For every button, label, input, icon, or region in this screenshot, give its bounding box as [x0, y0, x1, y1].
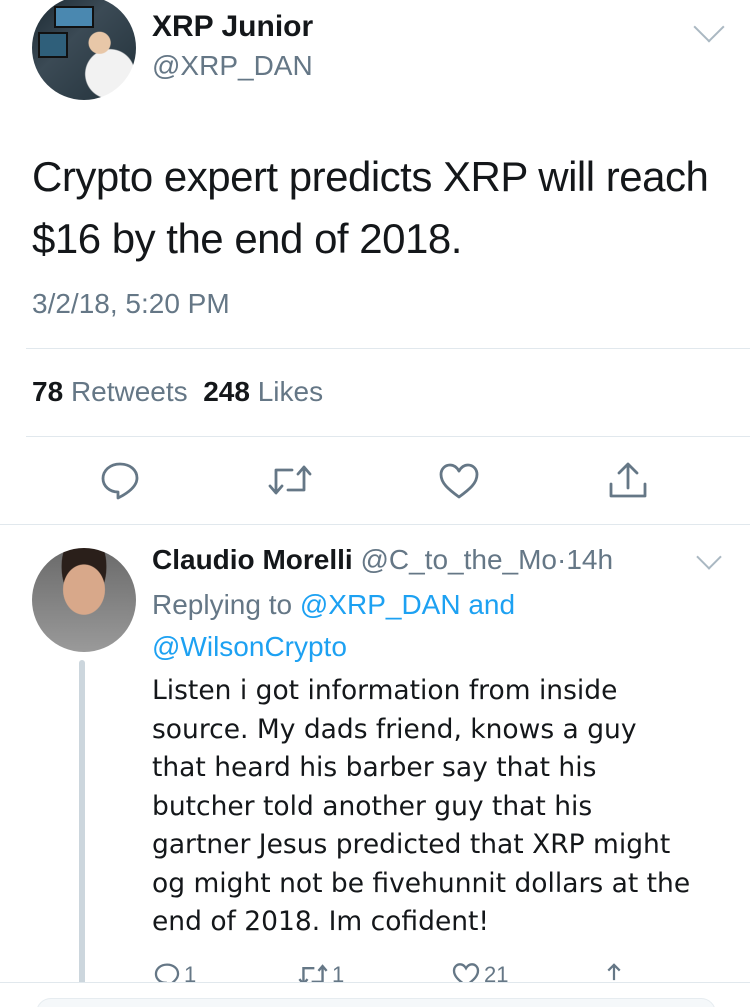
tweet-text-line: Crypto expert predicts XRP will reach	[32, 153, 709, 200]
reply-text-line: butcher told another guy that his	[152, 790, 593, 822]
like-count: 248	[203, 376, 250, 407]
reply-icon[interactable]	[100, 460, 140, 500]
reply-header: Claudio Morelli @C_to_the_Mo·14h	[152, 544, 613, 576]
reply-author-name[interactable]: Claudio Morelli	[152, 544, 353, 575]
mention-link[interactable]: @WilsonCrypto	[152, 631, 347, 662]
tweet-text-line: $16 by the end of 2018.	[32, 215, 462, 262]
retweet-icon[interactable]	[268, 462, 312, 498]
author-handle[interactable]: @XRP_DAN	[152, 50, 313, 82]
avatar-image-detail	[54, 6, 94, 28]
retweet-label: Retweets	[70, 376, 188, 407]
thread-line	[79, 660, 85, 990]
like-stat[interactable]: 248 Likes	[203, 376, 323, 407]
divider	[26, 348, 750, 349]
like-icon[interactable]	[438, 462, 480, 500]
reply-text: Listen i got information from inside sou…	[152, 672, 742, 942]
retweet-count: 78	[32, 376, 64, 407]
chevron-down-icon[interactable]	[696, 544, 722, 570]
replying-prefix: Replying to	[152, 589, 293, 620]
tweet-text: Crypto expert predicts XRP will reach $1…	[32, 146, 732, 270]
reply-time[interactable]: 14h	[566, 544, 613, 575]
reply-text-line: end of 2018. Im cofident!	[152, 906, 490, 937]
mention-link[interactable]: @XRP_DAN	[300, 589, 461, 620]
author-name[interactable]: XRP Junior	[152, 10, 313, 44]
divider	[26, 436, 750, 437]
reply-text-line: that heard his barber say that his	[152, 752, 597, 783]
avatar-image-detail	[38, 32, 68, 58]
reply-input[interactable]	[36, 998, 716, 1007]
replying-to: Replying to @XRP_DAN and @WilsonCrypto	[152, 584, 692, 668]
tweet-timestamp[interactable]: 3/2/18, 5:20 PM	[32, 288, 230, 320]
share-icon[interactable]	[606, 460, 650, 500]
avatar[interactable]	[32, 548, 136, 652]
reply-text-line: Listen i got information from inside	[152, 675, 618, 706]
reply-text-line: source. My dads friend, knows a guy	[152, 713, 637, 745]
replying-and[interactable]: and	[468, 589, 515, 620]
avatar[interactable]	[32, 0, 136, 100]
reply-text-line: gartner Jesus predicted that XRP might	[152, 829, 671, 860]
separator-dot: ·	[557, 544, 567, 575]
tweet-stats: 78 Retweets 248 Likes	[32, 376, 323, 408]
like-label: Likes	[257, 376, 324, 407]
reply-text-line: og might not be fivehunnit dollars at th…	[152, 867, 691, 899]
chevron-down-icon[interactable]	[693, 11, 725, 43]
divider	[0, 524, 750, 525]
reply-author-handle[interactable]: @C_to_the_Mo	[360, 544, 557, 575]
retweet-stat[interactable]: 78 Retweets	[32, 376, 188, 407]
